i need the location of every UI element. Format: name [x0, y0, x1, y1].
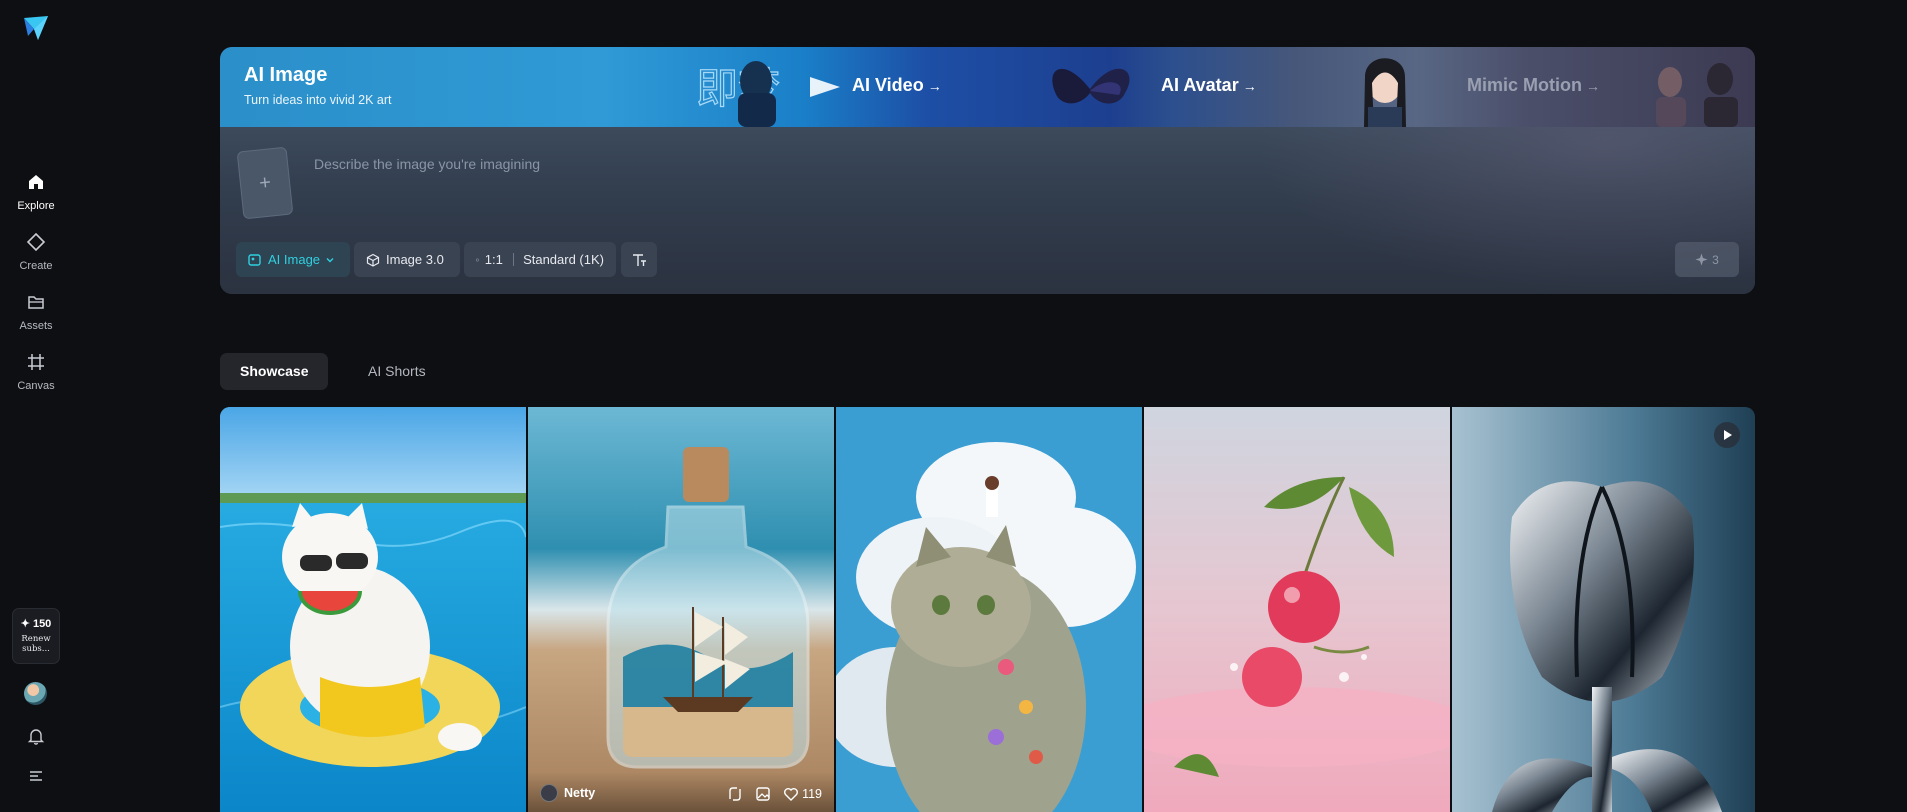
square-ratio-icon	[476, 258, 479, 261]
feature-banner: AI Image Turn ideas into vivid 2K art 即梦…	[220, 47, 1755, 127]
like-button[interactable]: 119	[783, 786, 822, 802]
aspect-quality-select[interactable]: 1:1 Standard (1K)	[464, 242, 616, 277]
author-name: Netty	[564, 786, 596, 800]
sidebar-item-canvas[interactable]: Canvas	[0, 352, 72, 394]
showcase-card[interactable]	[1144, 407, 1450, 812]
image-reference-icon[interactable]	[755, 786, 771, 802]
butterfly-art	[1052, 68, 1130, 104]
chevron-down-icon	[326, 257, 334, 262]
remix-icon[interactable]	[727, 786, 743, 802]
credits-badge[interactable]: ✦ 150 Renew subs...	[12, 608, 60, 664]
folder-icon	[28, 296, 44, 309]
quality-label: Standard (1K)	[523, 252, 604, 267]
arrow-right-icon: →	[927, 78, 942, 94]
showcase-card[interactable]	[836, 407, 1142, 812]
dreamina-logo[interactable]	[22, 14, 50, 42]
ai-avatar-label: AI Avatar	[1161, 75, 1239, 95]
showcase-card[interactable]	[220, 407, 526, 812]
upload-reference-button[interactable]: +	[236, 146, 294, 220]
hero-title: AI Image	[244, 64, 328, 86]
card-actions: 119	[715, 786, 822, 802]
ai-video-label: AI Video	[852, 75, 924, 95]
tab-ai-shorts[interactable]: AI Shorts	[348, 353, 446, 390]
chrome-tulip-image	[1452, 407, 1755, 812]
model-select[interactable]: Image 3.0	[354, 242, 460, 277]
credits-count: ✦ 150	[20, 618, 52, 630]
prompt-input[interactable]	[312, 143, 1716, 185]
sparkle-icon	[1695, 253, 1708, 266]
sidebar-item-label: Create	[19, 260, 53, 272]
sidebar-item-label: Canvas	[17, 380, 55, 392]
generate-button[interactable]: 3	[1675, 242, 1739, 277]
bell-icon[interactable]	[26, 726, 46, 746]
sidebar-item-create[interactable]: Create	[0, 232, 72, 274]
arrow-right-icon: →	[1242, 78, 1257, 94]
ship-bottle-image	[528, 407, 834, 812]
mode-label: AI Image	[268, 252, 321, 267]
mode-select[interactable]: AI Image	[236, 242, 350, 277]
sidebar-item-explore[interactable]: Explore	[0, 172, 72, 214]
arrow-right-icon: →	[1586, 78, 1600, 94]
author-avatar	[540, 784, 558, 802]
sidebar-item-assets[interactable]: Assets	[0, 292, 72, 334]
text-style-icon	[633, 253, 646, 266]
prompt-area: + AI Image Image 3.0	[220, 127, 1755, 294]
showcase-card[interactable]: Netty 119	[528, 407, 834, 812]
cherries-image	[1144, 407, 1450, 812]
sidebar-item-label: Assets	[19, 320, 53, 332]
video-banner-art: 即梦	[695, 61, 840, 127]
cat-clouds-image	[836, 407, 1142, 812]
showcase-card[interactable]	[1452, 407, 1755, 812]
plus-icon: +	[258, 171, 272, 195]
play-button[interactable]	[1714, 422, 1740, 448]
ratio-label: 1:1	[484, 252, 503, 267]
canvas-icon	[28, 354, 44, 370]
cat-pool-image	[220, 407, 526, 812]
image-mode-icon	[248, 253, 261, 266]
like-count: 119	[802, 787, 822, 801]
text-settings-button[interactable]	[621, 242, 657, 277]
showcase-grid: Netty 119	[220, 407, 1755, 812]
diamond-icon	[26, 232, 46, 252]
cube-icon	[366, 253, 380, 267]
ai-avatar-link[interactable]: AI Avatar →	[1161, 75, 1257, 96]
mimic-motion-label: Mimic Motion	[1467, 75, 1582, 95]
mimic-motion-link[interactable]: Mimic Motion →	[1467, 75, 1600, 96]
generate-cost: 3	[1712, 252, 1719, 267]
play-icon	[1724, 430, 1732, 440]
heart-icon	[784, 788, 799, 801]
portrait-art	[1364, 58, 1406, 127]
card-footer: Netty 119	[528, 772, 834, 812]
renew-subscription-link: Renew subs...	[21, 634, 51, 654]
author-info[interactable]: Netty	[540, 784, 595, 802]
user-avatar[interactable]	[24, 682, 47, 705]
ai-video-link[interactable]: AI Video →	[852, 75, 942, 96]
model-label: Image 3.0	[386, 252, 444, 267]
sidebar: Explore Create Assets Canvas ✦ 150 Renew…	[0, 0, 72, 812]
create-panel: AI Image Turn ideas into vivid 2K art 即梦…	[220, 47, 1755, 294]
sidebar-item-label: Explore	[17, 200, 55, 212]
tab-showcase[interactable]: Showcase	[220, 353, 329, 390]
motion-art	[1656, 63, 1738, 127]
hero-subtitle: Turn ideas into vivid 2K art	[244, 93, 392, 107]
menu-icon[interactable]	[26, 766, 46, 786]
home-icon	[29, 175, 43, 189]
